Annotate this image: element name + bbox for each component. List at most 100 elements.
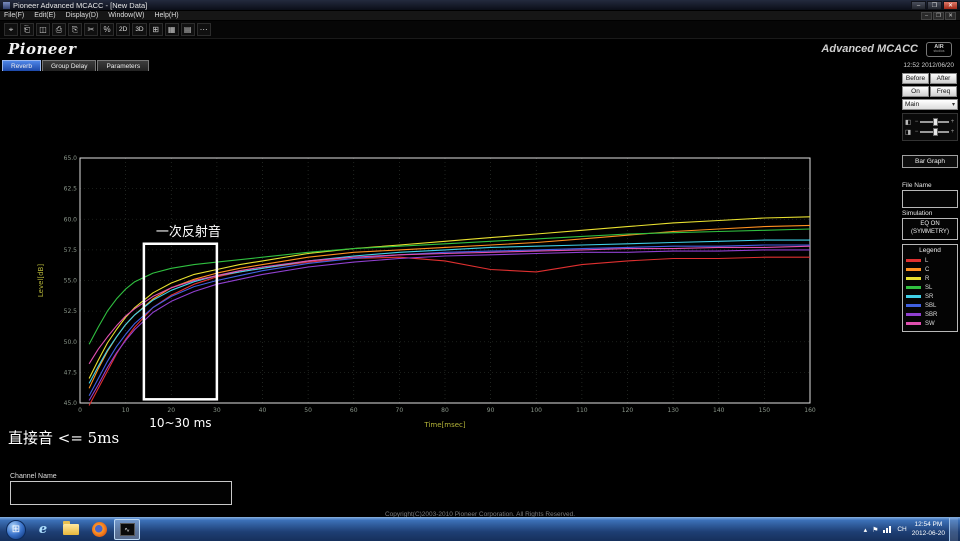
zoom-in-icon[interactable]: +: [950, 119, 955, 125]
mdi-minimize-button[interactable]: –: [921, 11, 932, 20]
simulation-status-box: EQ ON (SYMMETRY): [902, 218, 958, 240]
svg-text:Time[msec]: Time[msec]: [423, 421, 465, 429]
language-indicator[interactable]: CH: [897, 526, 906, 533]
legend-color-chip: [906, 268, 921, 271]
firefox-icon: [91, 522, 107, 537]
minimize-button[interactable]: –: [911, 0, 926, 10]
network-icon[interactable]: [883, 526, 892, 533]
bar-graph-button[interactable]: Bar Graph: [902, 155, 958, 168]
svg-text:90: 90: [487, 407, 495, 414]
on-button[interactable]: On: [902, 86, 929, 97]
legend-color-chip: [906, 259, 921, 262]
tab-items: Reverb Group Delay Parameters: [2, 60, 150, 71]
start-button[interactable]: ⊞: [6, 519, 26, 540]
maximize-button[interactable]: ❐: [927, 0, 942, 10]
legend-item-sbl: SBL: [906, 301, 954, 310]
svg-text:60.0: 60.0: [64, 216, 78, 223]
more-tools-icon[interactable]: ⋯: [196, 23, 211, 36]
system-tray: ▴ ⚑ CH 12:54 PM 2012-06-20: [864, 518, 958, 541]
svg-text:110: 110: [576, 407, 588, 414]
menu-display[interactable]: Display(D): [66, 12, 99, 19]
mdi-close-button[interactable]: ✕: [945, 11, 956, 20]
taskbar-clock[interactable]: 12:54 PM 2012-06-20: [912, 521, 945, 537]
file-name-box: [902, 190, 958, 208]
after-button[interactable]: After: [930, 73, 957, 84]
pan-left-icon[interactable]: −: [914, 129, 919, 135]
list-view-icon[interactable]: ▤: [180, 23, 195, 36]
legend-label: C: [925, 266, 930, 273]
channel-select[interactable]: Main ▾: [902, 99, 958, 110]
legend-color-chip: [906, 313, 921, 316]
copy-icon[interactable]: ⎘: [68, 23, 82, 36]
mcacc-taskbar-icon[interactable]: ∿: [114, 519, 140, 540]
tray-chevron-icon[interactable]: ▴: [864, 526, 868, 534]
legend-item-r: R: [906, 274, 954, 283]
view-2d-button[interactable]: 2D: [116, 23, 131, 36]
svg-text:一次反射音: 一次反射音: [156, 224, 221, 240]
vertical-zoom-handle[interactable]: [933, 118, 939, 126]
windows-taskbar: ⊞ e ∿ ▴ ⚑ CH 12:54 PM 2012-06-20: [0, 517, 960, 541]
pioneer-logo: Pioneer: [8, 40, 77, 58]
print-icon[interactable]: ⎙: [52, 23, 66, 36]
firefox-taskbar-icon[interactable]: [86, 519, 112, 540]
svg-text:10: 10: [122, 407, 130, 414]
simulation-label: Simulation: [902, 210, 933, 217]
file-name-label: File Name: [902, 182, 932, 189]
svg-text:62.5: 62.5: [64, 186, 78, 193]
open-file-icon[interactable]: ⎗: [20, 23, 34, 36]
internet-explorer-taskbar-icon[interactable]: e: [30, 519, 56, 540]
legend-label: R: [925, 275, 930, 282]
windows-explorer-taskbar-icon[interactable]: [58, 519, 84, 540]
percent-icon[interactable]: %: [100, 23, 114, 36]
channel-name-box[interactable]: [10, 481, 232, 505]
menu-help[interactable]: Help(H): [154, 12, 178, 19]
show-desktop-button[interactable]: [949, 518, 958, 541]
svg-text:60: 60: [350, 407, 358, 414]
view-3d-button[interactable]: 3D: [132, 23, 147, 36]
right-control-panel: Before After On Freq Main ▾ ◧ − + ◨ − + …: [902, 73, 958, 332]
menu-file[interactable]: File(F): [4, 12, 24, 19]
tab-parameters[interactable]: Parameters: [97, 60, 150, 71]
table-view-icon[interactable]: ▦: [164, 23, 179, 36]
mdi-window-controls: – ❐ ✕: [920, 11, 956, 20]
reverb-chart: 0 10 20 30 40 50 60 70 80 90 100 110 120 130 140 150 160…: [30, 146, 840, 446]
svg-text:50: 50: [304, 407, 312, 414]
titlebar: Pioneer Advanced MCACC - [New Data] – ❐ …: [0, 0, 960, 11]
menu-edit[interactable]: Edit(E): [34, 12, 55, 19]
air-badge-subtext: studios: [933, 49, 945, 53]
tab-group-delay[interactable]: Group Delay: [41, 60, 97, 71]
close-button[interactable]: ✕: [943, 0, 958, 10]
legend-color-chip: [906, 277, 921, 280]
select-icon[interactable]: ⌖: [4, 23, 18, 36]
svg-text:65.0: 65.0: [64, 155, 78, 162]
svg-text:150: 150: [759, 407, 771, 414]
vertical-zoom-slider[interactable]: [920, 118, 949, 126]
action-center-icon[interactable]: ⚑: [872, 526, 878, 534]
legend-item-sbr: SBR: [906, 310, 954, 319]
horizontal-zoom-slider[interactable]: [920, 128, 949, 136]
svg-text:45.0: 45.0: [64, 400, 78, 407]
freq-button[interactable]: Freq: [930, 86, 957, 97]
mcacc-application-window: Pioneer Advanced MCACC - [New Data] – ❐ …: [0, 0, 960, 541]
clock-date: 2012-06-20: [911, 529, 945, 537]
tab-reverb[interactable]: Reverb: [2, 60, 41, 71]
svg-text:140: 140: [713, 407, 725, 414]
pan-right-icon[interactable]: +: [950, 129, 955, 135]
legend: Legend L C R SL SR SBL SBR SW: [902, 244, 958, 332]
horizontal-zoom-handle[interactable]: [933, 128, 939, 136]
grid-view-icon[interactable]: ⊞: [148, 23, 163, 36]
menu-window[interactable]: Window(W): [108, 12, 144, 19]
save-icon[interactable]: ◫: [36, 23, 50, 36]
mdi-restore-button[interactable]: ❐: [933, 11, 944, 20]
direct-sound-annotation: 直接音 <= 5ms: [8, 429, 120, 447]
legend-label: SR: [925, 293, 934, 300]
app-icon: [3, 1, 10, 9]
svg-text:30: 30: [213, 407, 221, 414]
legend-color-chip: [906, 286, 921, 289]
before-button[interactable]: Before: [902, 73, 929, 84]
zoom-out-icon[interactable]: −: [914, 119, 919, 125]
svg-text:57.5: 57.5: [64, 247, 78, 254]
legend-label: SW: [925, 320, 935, 327]
cut-icon[interactable]: ✂: [84, 23, 98, 36]
svg-text:55.0: 55.0: [64, 278, 78, 285]
